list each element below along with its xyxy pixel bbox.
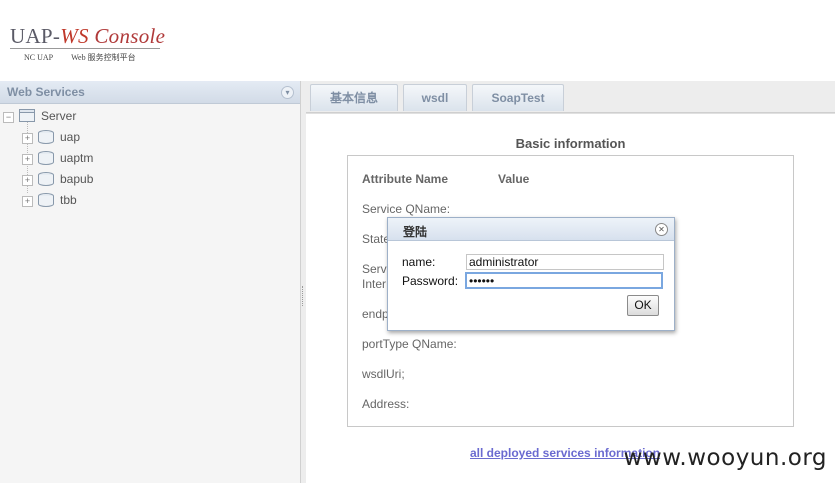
database-icon: [38, 130, 54, 144]
expand-node-icon[interactable]: +: [22, 133, 33, 144]
app-header: UAP-WS Console NC UAP Web 服务控制平台: [0, 0, 835, 80]
web-services-title: Web Services: [7, 85, 85, 99]
logo-ws: WS: [60, 24, 89, 48]
logo-sub-right: Web 服务控制平台: [71, 53, 136, 62]
collapse-node-icon[interactable]: −: [3, 112, 14, 123]
app-logo: UAP-WS Console: [10, 24, 165, 49]
server-icon: [19, 109, 35, 122]
tab-strip: 基本信息 wsdl SoapTest: [306, 81, 835, 113]
name-label: name:: [402, 255, 436, 269]
close-icon[interactable]: ✕: [655, 223, 668, 236]
tree-label-bapub: bapub: [60, 172, 94, 186]
attr-interface: Inter: [362, 277, 387, 291]
attr-wsdluri: wsdlUri;: [362, 367, 405, 381]
tree-node-uaptm[interactable]: + uaptm: [0, 149, 200, 169]
tab-soaptest[interactable]: SoapTest: [472, 84, 564, 111]
watermark: www.wooyun.org: [623, 445, 827, 471]
splitter-grip-icon[interactable]: [302, 286, 305, 306]
ok-button[interactable]: OK: [627, 295, 659, 316]
tree-label-uaptm: uaptm: [60, 151, 94, 165]
logo-prefix: UAP-: [10, 24, 61, 48]
expand-node-icon[interactable]: +: [22, 175, 33, 186]
login-dialog: 登陆 ✕ name: administrator Password: •••••…: [387, 217, 675, 331]
tree-node-bapub[interactable]: + bapub: [0, 170, 200, 190]
expand-node-icon[interactable]: +: [22, 196, 33, 207]
database-icon: [38, 193, 54, 207]
logo-underline: [10, 48, 160, 49]
tree-label-tbb: tbb: [60, 193, 77, 207]
logo-sub-left: NC UAP: [24, 53, 54, 62]
attr-address: Address:: [362, 397, 410, 411]
attr-endpoint: endp: [362, 307, 389, 321]
password-input[interactable]: ••••••: [465, 272, 663, 289]
tree-node-tbb[interactable]: + tbb: [0, 191, 200, 211]
logo-subtitle: NC UAP Web 服务控制平台: [24, 52, 136, 63]
database-icon: [38, 151, 54, 165]
expand-node-icon[interactable]: +: [22, 154, 33, 165]
basic-info-title: Basic information: [515, 136, 626, 151]
web-services-panel-header[interactable]: Web Services ▾: [0, 81, 300, 104]
value-header: Value: [498, 172, 530, 186]
tree-node-server[interactable]: − Server: [0, 107, 200, 127]
tree-node-uap[interactable]: + uap: [0, 128, 200, 148]
login-dialog-header[interactable]: 登陆 ✕: [388, 218, 674, 241]
attr-service-qname: Service QName:: [362, 202, 451, 216]
tab-basic-info[interactable]: 基本信息: [310, 84, 398, 111]
database-icon: [38, 172, 54, 186]
tree-label-server: Server: [41, 109, 77, 123]
attr-state: State: [362, 232, 391, 246]
logo-console: Console: [88, 24, 166, 48]
attribute-name-header: Attribute Name: [362, 172, 449, 186]
tree-label-uap: uap: [60, 130, 81, 144]
password-label: Password:: [402, 274, 459, 288]
attr-porttype-qname: portType QName:: [362, 337, 457, 351]
collapse-icon[interactable]: ▾: [281, 86, 294, 99]
web-services-panel: Web Services ▾ − Server + uap + uaptm + …: [0, 81, 301, 483]
tab-wsdl[interactable]: wsdl: [403, 84, 467, 111]
name-input[interactable]: administrator: [466, 254, 664, 270]
login-dialog-title: 登陆: [403, 225, 428, 239]
attr-service: Serv: [362, 262, 387, 276]
